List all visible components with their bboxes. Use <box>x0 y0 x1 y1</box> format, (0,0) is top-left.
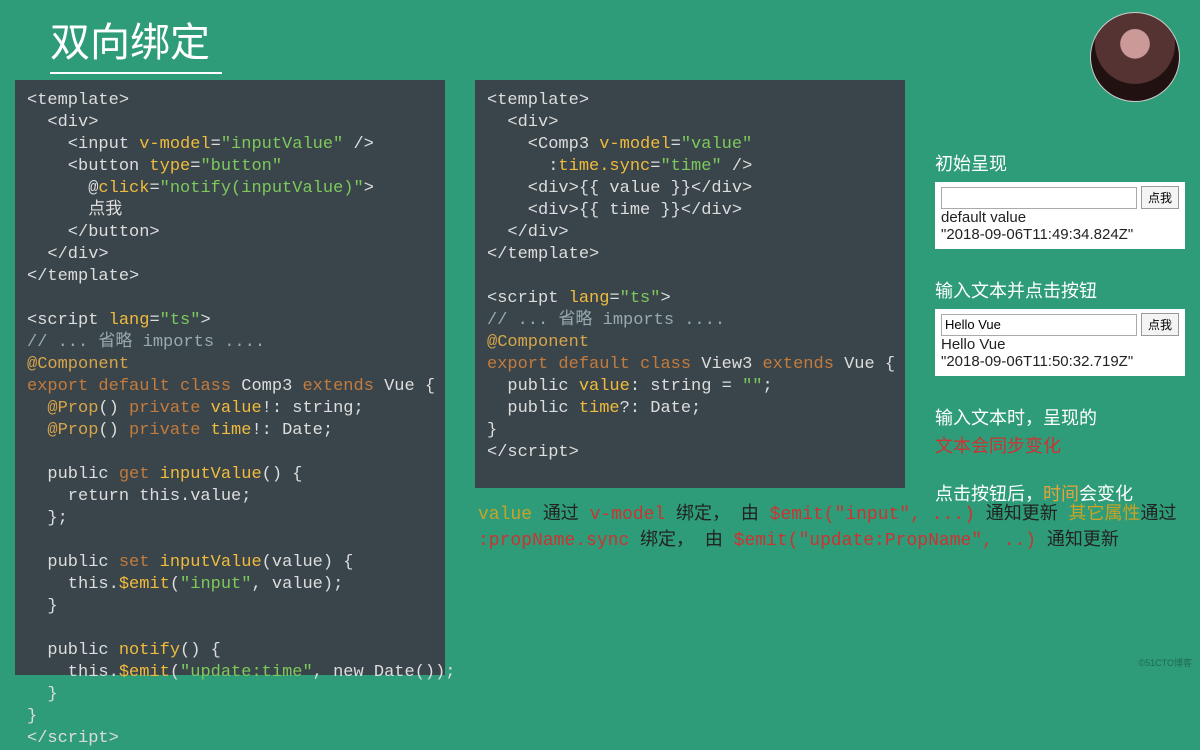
note-text-sync: 输入文本时，呈现的文本会同步变化 <box>935 404 1185 460</box>
note-time-change: 点击按钮后，时间会变化 <box>935 480 1185 508</box>
preview-button[interactable]: 点我 <box>1141 186 1179 209</box>
watermark: ©51CTO博客 <box>1139 656 1192 669</box>
sidebar-previews: 初始呈现 点我 default value "2018-09-06T11:49:… <box>935 150 1185 508</box>
presenter-avatar <box>1090 12 1180 102</box>
slide-title: 双向绑定 <box>50 10 222 74</box>
preview-heading-initial: 初始呈现 <box>935 150 1185 176</box>
preview-heading-after: 输入文本并点击按钮 <box>935 277 1185 303</box>
preview-button[interactable]: 点我 <box>1141 313 1179 336</box>
explanation-notes: value 通过 v-model 绑定， 由 $emit("input", ..… <box>478 502 1200 554</box>
preview-value: default value <box>941 209 1179 226</box>
code-panel-view3: <template> <div> <Comp3 v-model="value" … <box>475 80 905 488</box>
preview-time: "2018-09-06T11:50:32.719Z" <box>941 353 1179 370</box>
code-panel-comp3: <template> <div> <input v-model="inputVa… <box>15 80 445 675</box>
preview-time: "2018-09-06T11:49:34.824Z" <box>941 226 1179 243</box>
preview-input[interactable] <box>941 314 1137 336</box>
preview-after: 点我 Hello Vue "2018-09-06T11:50:32.719Z" <box>935 309 1185 376</box>
preview-input[interactable] <box>941 187 1137 209</box>
preview-initial: 点我 default value "2018-09-06T11:49:34.82… <box>935 182 1185 249</box>
preview-value: Hello Vue <box>941 336 1179 353</box>
